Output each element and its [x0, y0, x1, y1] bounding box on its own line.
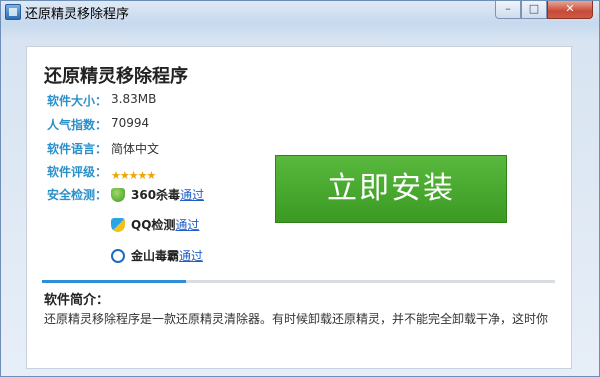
security-360: 360杀毒通过 [111, 184, 204, 202]
close-button[interactable]: ✕ [547, 1, 593, 19]
app-icon [5, 4, 21, 20]
star-icon: ★ [137, 169, 148, 182]
security-label: 安全检测： [47, 188, 108, 202]
progress-bar [42, 280, 555, 283]
installer-window: 还原精灵移除程序 – □ ✕ 还原精灵移除程序 软件大小： 3.83MB 人气指… [0, 0, 600, 377]
install-now-button[interactable]: 立即安装 [275, 155, 507, 223]
star-icon: ★ [111, 169, 121, 182]
security-360-name: 360杀毒 [131, 188, 181, 202]
progress-fill [42, 280, 186, 283]
title-bar[interactable]: 还原精灵移除程序 – □ ✕ [1, 1, 600, 23]
qq-shield-icon [111, 217, 125, 232]
security-kingsoft-status-link[interactable]: 通过 [179, 249, 203, 263]
size-value: 3.83MB [111, 92, 157, 106]
security-360-status-link[interactable]: 通过 [180, 188, 204, 202]
intro-title: 软件简介： [44, 293, 110, 308]
content-panel: 还原精灵移除程序 软件大小： 3.83MB 人气指数： 70994 软件语言： … [26, 46, 572, 369]
intro-text: 还原精灵移除程序是一款还原精灵清除器。有时候卸载还原精灵，并不能完全卸载干净，这… [44, 312, 549, 326]
star-icon: ★ [146, 169, 157, 182]
security-qq: QQ检测通过 [111, 214, 199, 232]
maximize-button[interactable]: □ [521, 1, 547, 19]
popularity-label: 人气指数： [47, 118, 108, 132]
rating-stars: ★★★★★ [111, 164, 157, 183]
size-label: 软件大小： [47, 94, 108, 108]
popularity-value: 70994 [111, 116, 150, 130]
minimize-button[interactable]: – [495, 1, 521, 19]
security-qq-status-link[interactable]: 通过 [175, 218, 199, 232]
language-value: 简体中文 [111, 142, 160, 156]
star-icon: ★ [119, 169, 130, 182]
kingsoft-icon [111, 248, 125, 263]
rating-label: 软件评级： [47, 165, 108, 179]
language-label: 软件语言： [47, 142, 108, 156]
window-title: 还原精灵移除程序 [25, 7, 130, 22]
security-kingsoft: 金山毒霸通过 [111, 245, 203, 263]
security-qq-name: QQ检测 [131, 218, 176, 232]
360-shield-icon [111, 187, 125, 202]
security-kingsoft-name: 金山毒霸 [131, 249, 180, 263]
app-name: 还原精灵移除程序 [44, 66, 188, 87]
star-icon: ★ [128, 169, 139, 182]
